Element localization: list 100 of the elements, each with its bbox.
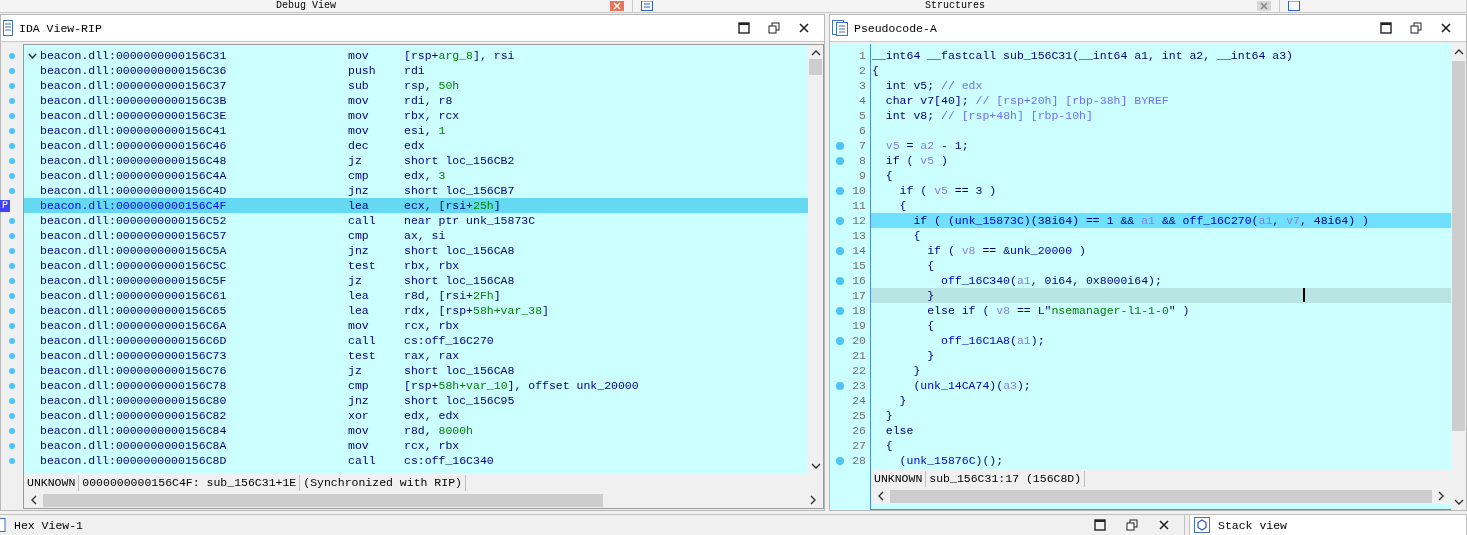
selected-row[interactable]: beacon.dll:0000000000156C4F lea ecx, [rsi+25h] <box>24 198 808 213</box>
scrollbar-thumb[interactable] <box>890 489 1432 503</box>
scroll-left-icon[interactable] <box>877 491 884 501</box>
operand-text: short loc_156C95 <box>404 393 515 408</box>
dot-icon <box>9 352 15 359</box>
address-text: beacon.dll:0000000000156C82 <box>40 408 228 423</box>
scrollbar-thumb[interactable] <box>43 493 603 507</box>
panel-title: IDA View-RIP <box>19 21 102 35</box>
line-number: 24 <box>852 394 866 407</box>
code-line: { <box>898 198 907 213</box>
restore-icon[interactable] <box>1126 519 1138 531</box>
scrollbar-thumb[interactable] <box>809 59 822 75</box>
close-icon[interactable] <box>798 22 810 34</box>
operand-text: short loc_156CA8 <box>404 243 515 258</box>
maximize-icon[interactable] <box>1094 519 1106 531</box>
status-text: (Synchronized with RIP) <box>300 475 466 491</box>
dot-icon <box>9 307 15 314</box>
code-line: } <box>898 393 907 408</box>
mnemonic-text: call <box>348 333 377 348</box>
restore-icon[interactable] <box>1410 22 1422 34</box>
dot-icon <box>9 142 15 149</box>
code-line: __int64 __fastcall sub_156C31(__int64 a1, int a2, __int64 a3) <box>872 48 1293 63</box>
address-text: beacon.dll:0000000000156C41 <box>40 123 228 138</box>
breakpoint-dot-icon[interactable] <box>836 381 844 390</box>
address-text: beacon.dll:0000000000156C37 <box>40 78 228 93</box>
dot-icon <box>9 217 15 224</box>
address-text: beacon.dll:0000000000156C84 <box>40 423 228 438</box>
tab-title[interactable]: Structures <box>659 0 1251 12</box>
maximize-icon[interactable] <box>1380 22 1392 34</box>
operand-text: [rsp+58h+var_10], offset unk_20000 <box>404 378 639 393</box>
code-line: char v7[40]; // [rsp+20h] [rbp-38h] BYREF <box>884 93 1169 108</box>
collapse-caret-icon[interactable] <box>27 52 37 59</box>
code-line: } <box>912 363 921 378</box>
operand-text: rdx, [rsp+58h+var_38] <box>404 303 549 318</box>
line-number: 16 <box>852 274 866 287</box>
line-number: 2 <box>859 64 866 77</box>
code-line: else <box>884 423 914 438</box>
code-line: } <box>884 408 893 423</box>
scroll-right-icon[interactable] <box>810 495 817 505</box>
code-line: off_16C340(a1, 0i64, 0x8000i64); <box>940 273 1162 288</box>
line-number: 12 <box>852 214 866 227</box>
line-number: 13 <box>852 229 866 242</box>
breakpoint-dot-icon[interactable] <box>836 141 844 150</box>
address-text: beacon.dll:0000000000156C4D <box>40 183 228 198</box>
operand-text: short loc_156CA8 <box>404 273 515 288</box>
maximize-icon[interactable] <box>738 22 750 34</box>
address-text: beacon.dll:0000000000156C65 <box>40 303 228 318</box>
window-icon <box>0 518 6 532</box>
operand-text: r8d, [rsi+2Fh] <box>404 288 501 303</box>
scroll-up-icon[interactable] <box>1453 48 1464 55</box>
dot-icon <box>9 367 15 374</box>
line-number: 14 <box>852 244 866 257</box>
scrollbar-thumb[interactable] <box>1452 61 1465 431</box>
breakpoint-dot-icon[interactable] <box>836 456 844 465</box>
operand-text: cs:off_16C340 <box>404 453 494 468</box>
scroll-down-icon[interactable] <box>810 463 821 470</box>
mnemonic-text: mov <box>348 48 370 63</box>
breakpoint-dot-icon[interactable] <box>836 216 844 225</box>
mnemonic-text: mov <box>348 438 370 453</box>
scroll-down-icon[interactable] <box>1453 499 1464 506</box>
scroll-right-icon[interactable] <box>1438 491 1445 501</box>
code-line: { <box>926 258 935 273</box>
address-text: beacon.dll:0000000000156C80 <box>40 393 228 408</box>
mnemonic-text: lea <box>348 198 370 213</box>
scroll-left-icon[interactable] <box>30 495 37 505</box>
breakpoint-dot-icon[interactable] <box>836 186 844 195</box>
breakpoint-dot-icon[interactable] <box>836 336 844 345</box>
line-number: 18 <box>852 304 866 317</box>
scroll-up-icon[interactable] <box>810 49 821 56</box>
breakpoint-dot-icon[interactable] <box>836 276 844 285</box>
breakpoint-dot-icon[interactable] <box>836 246 844 255</box>
operand-text: ax, si <box>404 228 446 243</box>
address-text: beacon.dll:0000000000156C76 <box>40 363 228 378</box>
address-text: beacon.dll:0000000000156C4A <box>40 168 228 183</box>
address-text: beacon.dll:0000000000156C8A <box>40 438 228 453</box>
breakpoint-dot-icon[interactable] <box>836 306 844 315</box>
restore-icon[interactable] <box>768 22 780 34</box>
code-line: (unk_15876C)(); <box>898 453 1004 468</box>
dot-icon <box>9 52 15 59</box>
code-line: if ( (unk_15873C)(38i64) == 1 && a1 && off_16C270(a1, v7, 48i64) ) <box>912 213 1369 228</box>
panel-title: Stack view <box>1218 518 1287 532</box>
address-text: beacon.dll:0000000000156C31 <box>40 48 228 63</box>
line-number: 15 <box>852 259 866 272</box>
address-text: beacon.dll:0000000000156C78 <box>40 378 228 393</box>
code-line: { <box>872 63 879 78</box>
close-icon[interactable] <box>1158 519 1170 531</box>
panel-title: Hex View-1 <box>14 518 83 532</box>
dot-icon <box>9 127 15 134</box>
mnemonic-text: mov <box>348 108 370 123</box>
line-number: 10 <box>852 184 866 197</box>
code-line: if ( v8 == &unk_20000 ) <box>926 243 1086 258</box>
operand-text: short loc_156CB2 <box>404 153 515 168</box>
breakpoint-dot-icon[interactable] <box>836 156 844 165</box>
mnemonic-text: jnz <box>348 183 370 198</box>
operand-text: edx <box>404 138 425 153</box>
dot-icon <box>9 112 15 119</box>
dot-icon <box>9 97 15 104</box>
close-icon[interactable] <box>1440 22 1452 34</box>
tab-title[interactable]: Debug View <box>8 0 604 12</box>
dot-icon <box>9 262 15 269</box>
